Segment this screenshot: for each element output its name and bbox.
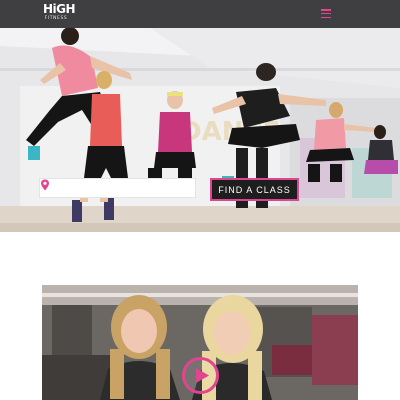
logo-wordmark: HiGH [43, 2, 76, 16]
location-search-field[interactable] [39, 178, 196, 198]
high-fitness-logo[interactable]: HiGH fitness [43, 2, 76, 25]
hero-photo: DANCE [0, 28, 400, 232]
location-search-input[interactable] [47, 180, 182, 196]
hero-banner: DANCE FIND A CLASS [0, 28, 400, 232]
play-icon [196, 368, 209, 383]
find-a-class-button[interactable]: FIND A CLASS [210, 178, 299, 201]
video-play-button[interactable] [182, 357, 219, 394]
logo-tagline: fitness [44, 16, 68, 21]
location-pin-icon [41, 179, 49, 191]
site-header: HiGH fitness [0, 0, 400, 28]
hamburger-menu-icon[interactable] [321, 9, 331, 19]
page: HiGH fitness DANCE [0, 0, 400, 400]
